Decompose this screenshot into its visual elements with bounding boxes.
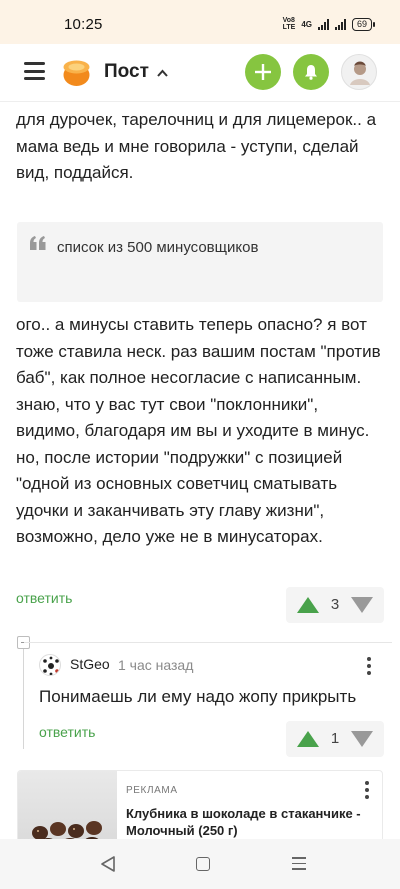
quote-text: список из 500 минусовщиков [57,239,259,256]
ad-card[interactable]: РЕКЛАМА Клубника в шоколаде в стаканчике… [17,770,383,850]
downvote-icon[interactable] [351,597,373,613]
home-icon[interactable] [196,857,210,871]
volte-indicator: Vo8 LTE [282,17,296,31]
quote-icon [30,236,46,250]
comment-avatar[interactable] [39,654,61,676]
avatar-image [350,61,370,85]
page-title[interactable]: Пост [104,61,149,83]
signal-icon-2 [334,18,346,30]
app-logo[interactable] [61,57,92,88]
thread-line [23,649,24,749]
network-type: 4G [301,19,312,29]
more-options-icon[interactable] [366,657,372,675]
avatar-image [43,656,59,675]
status-icons: Vo8 LTE 4G 69 [282,17,376,31]
post-text-main: ого.. а минусы ставить теперь опасно? я … [16,315,381,546]
status-time: 10:25 [64,16,103,33]
comment-reply-button[interactable]: ответить [39,724,95,740]
post-vote: 3 [286,587,384,623]
battery-icon: 69 [351,17,376,31]
ad-label: РЕКЛАМА [126,785,178,796]
signal-icon [317,18,329,30]
quote-block: список из 500 минусовщиков [17,222,383,302]
comment-text: Понимаешь ли ему надо жопу прикрыть [39,687,357,706]
thread-divider [24,642,392,643]
comment-username[interactable]: StGeo [70,656,110,672]
system-nav-bar [0,839,400,889]
comment-timestamp: 1 час назад [118,657,194,673]
plus-icon [255,64,271,80]
comment-vote: 1 [286,721,384,757]
menu-icon[interactable] [24,62,45,80]
ad-title[interactable]: Клубника в шоколаде в стаканчике - Молоч… [126,805,366,839]
app-header: Пост [0,44,400,102]
bell-icon [305,65,317,80]
status-bar: 10:25 Vo8 LTE 4G 69 [0,0,400,44]
reply-button[interactable]: ответить [16,590,72,606]
back-icon[interactable] [100,856,116,872]
chevron-up-icon[interactable] [157,68,168,79]
add-post-button[interactable] [245,54,281,90]
recent-apps-icon[interactable] [292,857,306,871]
profile-avatar[interactable] [341,54,377,90]
post-text-top: для дурочек, тарелочниц и для лицемерок.… [16,110,377,182]
downvote-icon[interactable] [351,731,373,747]
ad-more-options-icon[interactable] [364,781,370,799]
notifications-button[interactable] [293,54,329,90]
